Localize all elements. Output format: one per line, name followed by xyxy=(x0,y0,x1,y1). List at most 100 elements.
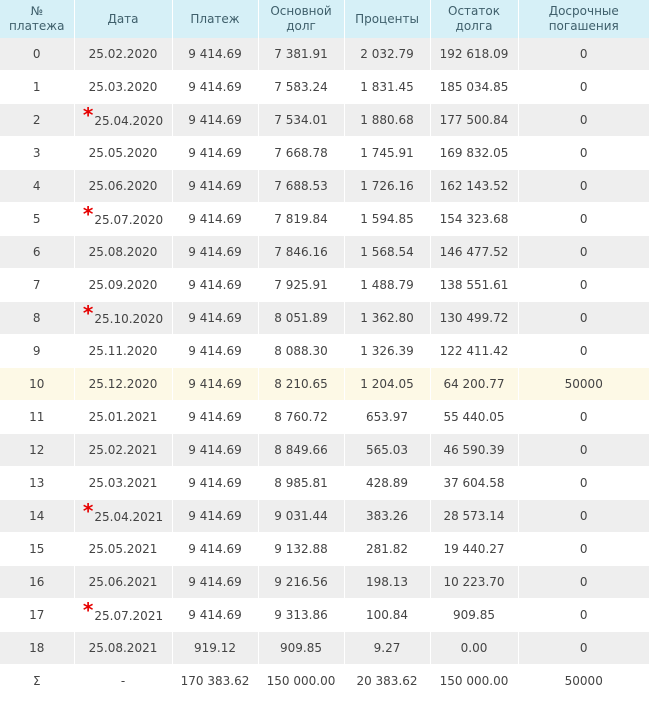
cell-number: 12 xyxy=(0,433,75,467)
header-number: № платежа xyxy=(0,0,75,38)
table-row: 10 25.12.2020 9 414.69 8 210.65 1 204.05 64 2… xyxy=(0,367,649,401)
date-text: - xyxy=(120,674,126,688)
cell-principal: 7 819.84 xyxy=(258,202,345,236)
cell-number: 16 xyxy=(0,565,75,599)
cell-payment: 9 414.69 xyxy=(172,235,259,269)
table-row: 3 25.05.2020 9 414.69 7 668.78 1 745.91 169 8… xyxy=(0,136,649,170)
cell-number: 9 xyxy=(0,334,75,368)
cell-interest: 1 326.39 xyxy=(344,334,431,368)
table-row: 4 25.06.2020 9 414.69 7 688.53 1 726.16 162 1… xyxy=(0,169,649,203)
cell-principal: 8 051.89 xyxy=(258,301,345,335)
cell-number: 3 xyxy=(0,136,75,170)
cell-principal: 909.85 xyxy=(258,631,345,665)
cell-payment: 170 383.62 xyxy=(172,664,259,698)
cell-date: *25.07.2021 xyxy=(74,598,173,632)
cell-interest: 281.82 xyxy=(344,532,431,566)
cell-early-repayment: 0 xyxy=(518,301,649,335)
cell-date: 25.06.2021 xyxy=(74,565,173,599)
cell-early-repayment: 0 xyxy=(518,334,649,368)
cell-date: 25.01.2021 xyxy=(74,400,173,434)
header-label-line: Основной xyxy=(270,4,332,18)
date-text: 25.05.2020 xyxy=(88,146,158,160)
cell-principal: 150 000.00 xyxy=(258,664,345,698)
cell-early-repayment: 0 xyxy=(518,499,649,533)
date-text: 25.10.2020 xyxy=(94,311,164,326)
cell-number: 10 xyxy=(0,367,75,401)
cell-balance: 185 034.85 xyxy=(430,70,519,104)
cell-payment: 9 414.69 xyxy=(172,136,259,170)
cell-payment: 9 414.69 xyxy=(172,268,259,302)
cell-principal: 7 381.91 xyxy=(258,38,345,71)
table-row: 5 *25.07.2020 9 414.69 7 819.84 1 594.85 154 … xyxy=(0,202,649,236)
header-label-line: долга xyxy=(455,19,493,33)
cell-date: 25.02.2021 xyxy=(74,433,173,467)
totals-row: Σ -170 383.62 150 000.00 20 383.62 150 000.0… xyxy=(0,664,649,698)
cell-payment: 9 414.69 xyxy=(172,565,259,599)
cell-number: 13 xyxy=(0,466,75,500)
cell-early-repayment: 0 xyxy=(518,466,649,500)
table-body: 0 25.02.2020 9 414.69 7 381.91 2 032.79 192 6… xyxy=(0,38,649,698)
asterisk-marker-icon: * xyxy=(82,102,94,127)
header-label-line: Остаток xyxy=(448,4,500,18)
cell-balance: 177 500.84 xyxy=(430,103,519,137)
header-label-line: Платеж xyxy=(190,11,240,26)
table-row: 11 25.01.2021 9 414.69 8 760.72 653.97 55 440… xyxy=(0,400,649,434)
cell-early-repayment: 0 xyxy=(518,565,649,599)
table-row: 12 25.02.2021 9 414.69 8 849.66 565.03 46 590… xyxy=(0,433,649,467)
cell-date: 25.11.2020 xyxy=(74,334,173,368)
date-text: 25.03.2020 xyxy=(88,80,158,94)
cell-interest: 2 032.79 xyxy=(344,38,431,71)
table-row: 15 25.05.2021 9 414.69 9 132.88 281.82 19 440… xyxy=(0,532,649,566)
date-text: 25.12.2020 xyxy=(88,377,158,391)
cell-interest: 428.89 xyxy=(344,466,431,500)
cell-balance: 37 604.58 xyxy=(430,466,519,500)
cell-early-repayment: 0 xyxy=(518,631,649,665)
cell-payment: 919.12 xyxy=(172,631,259,665)
cell-payment: 9 414.69 xyxy=(172,103,259,137)
cell-date: 25.09.2020 xyxy=(74,268,173,302)
cell-early-repayment: 0 xyxy=(518,202,649,236)
cell-interest: 1 568.54 xyxy=(344,235,431,269)
date-text: 25.07.2020 xyxy=(94,212,164,227)
cell-principal: 8 760.72 xyxy=(258,400,345,434)
header-label-line: Досрочные xyxy=(548,4,619,18)
cell-number: 18 xyxy=(0,631,75,665)
cell-early-repayment: 0 xyxy=(518,169,649,203)
cell-number: 17 xyxy=(0,598,75,632)
cell-interest: 100.84 xyxy=(344,598,431,632)
cell-payment: 9 414.69 xyxy=(172,499,259,533)
cell-number: Σ xyxy=(0,664,75,698)
asterisk-marker-icon: * xyxy=(82,300,94,325)
cell-principal: 7 846.16 xyxy=(258,235,345,269)
table-row: 8 *25.10.2020 9 414.69 8 051.89 1 362.80 130 … xyxy=(0,300,649,335)
date-text: 25.06.2021 xyxy=(88,575,158,589)
cell-early-repayment: 0 xyxy=(518,598,649,632)
table-row: 6 25.08.2020 9 414.69 7 846.16 1 568.54 146 4… xyxy=(0,235,649,269)
cell-payment: 9 414.69 xyxy=(172,466,259,500)
cell-principal: 8 088.30 xyxy=(258,334,345,368)
header-payment: Платеж xyxy=(172,0,259,38)
table-row: 7 25.09.2020 9 414.69 7 925.91 1 488.79 138 5… xyxy=(0,268,649,302)
date-text: 25.01.2021 xyxy=(88,410,158,424)
cell-number: 11 xyxy=(0,400,75,434)
cell-principal: 8 210.65 xyxy=(258,367,345,401)
date-text: 25.09.2020 xyxy=(88,278,158,292)
cell-payment: 9 414.69 xyxy=(172,38,259,71)
cell-balance: 28 573.14 xyxy=(430,499,519,533)
cell-balance: 10 223.70 xyxy=(430,565,519,599)
header-label-line: платежа xyxy=(9,19,65,33)
cell-payment: 9 414.69 xyxy=(172,169,259,203)
cell-balance: 154 323.68 xyxy=(430,202,519,236)
cell-date: 25.08.2020 xyxy=(74,235,173,269)
cell-principal: 8 849.66 xyxy=(258,433,345,467)
cell-principal: 7 534.01 xyxy=(258,103,345,137)
date-text: 25.08.2021 xyxy=(88,641,158,655)
cell-number: 1 xyxy=(0,70,75,104)
cell-principal: 7 583.24 xyxy=(258,70,345,104)
date-text: 25.08.2020 xyxy=(88,245,158,259)
cell-interest: 565.03 xyxy=(344,433,431,467)
cell-date: 25.08.2021 xyxy=(74,631,173,665)
cell-date: *25.10.2020 xyxy=(74,300,173,335)
header-early-repayment: Досрочные погашения xyxy=(518,0,649,38)
cell-balance: 64 200.77 xyxy=(430,367,519,401)
